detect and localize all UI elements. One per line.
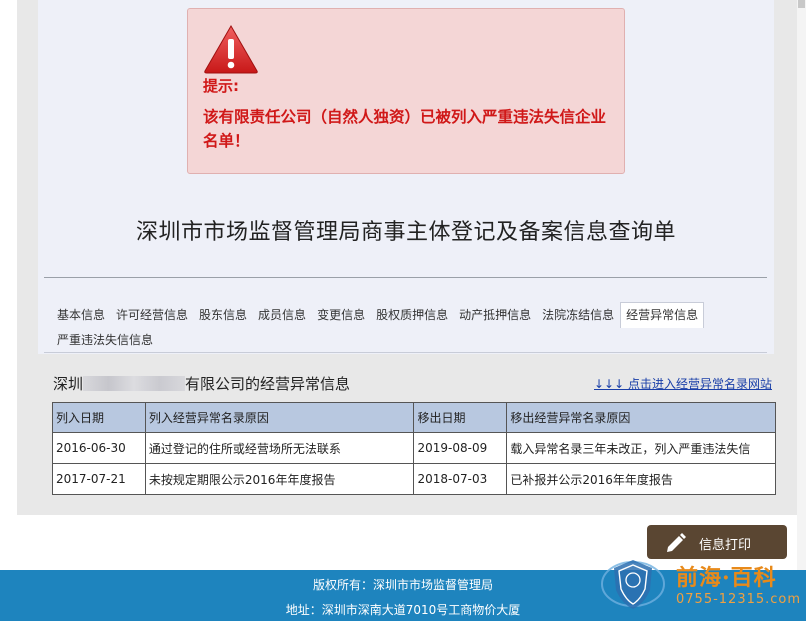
abnormal-operations-table: 列入日期 列入经营异常名录原因 移出日期 移出经营异常名录原因 2016-06-30 通… — [52, 402, 776, 495]
tab-8[interactable]: 经营异常信息 — [620, 302, 705, 328]
table-cell: 2016-06-30 — [52, 432, 146, 464]
column-header: 列入日期 — [52, 402, 146, 433]
divider — [44, 277, 767, 278]
column-header: 移出日期 — [413, 402, 508, 433]
watermark-phone: 0755-12315.com — [676, 592, 802, 607]
table-cell: 2019-08-09 — [413, 432, 508, 464]
scrollbar[interactable] — [797, 0, 806, 570]
table-row: 2017-07-21 未按规定期限公示2016年年度报告 2018-07-03 已补报… — [52, 463, 776, 495]
table-cell: 载入异常名录三年未改正，列入严重违法失信 — [506, 432, 776, 464]
shield-logo-icon — [601, 560, 665, 609]
table-cell: 通过登记的住所或经营场所无法联系 — [144, 432, 415, 464]
redacted-company-name — [83, 376, 186, 391]
tab-serious-violation[interactable]: 严重违法失信信息 — [52, 328, 158, 352]
tab-bar-row2: 严重违法失信信息 — [52, 328, 159, 352]
table-cell: 2017-07-21 — [52, 463, 146, 495]
tab-6[interactable]: 动产抵押信息 — [454, 303, 536, 327]
alert-title: 提示: — [203, 77, 239, 95]
page: 提示: 该有限责任公司（自然人独资）已被列入严重违法失信企业名单！ 深圳市市场监… — [0, 0, 806, 621]
table-row: 2016-06-30 通过登记的住所或经营场所无法联系 2019-08-09 载入异常… — [52, 432, 776, 464]
tab-3[interactable]: 成员信息 — [253, 303, 311, 327]
tab-4[interactable]: 变更信息 — [312, 303, 370, 327]
tab-2[interactable]: 股东信息 — [194, 303, 252, 327]
column-header: 移出经营异常名录原因 — [506, 402, 776, 433]
watermark: 前海·百科 0755-12315.com — [598, 552, 803, 614]
scrollbar-thumb[interactable] — [798, 0, 805, 8]
section-title: 深圳 有限公司的经营异常信息 — [53, 373, 350, 394]
column-header: 列入经营异常名录原因 — [144, 402, 415, 433]
page-title: 深圳市市场监督管理局商事主体登记及备案信息查询单 — [135, 220, 676, 245]
tab-7[interactable]: 法院冻结信息 — [537, 303, 619, 327]
company-name-prefix: 深圳 — [53, 375, 84, 393]
company-name-suffix: 有限公司的经营异常信息 — [185, 375, 351, 393]
tab-bar: 基本信息 许可经营信息 股东信息 成员信息 变更信息 股权质押信息 动产抵押信息 法院冻结信息… — [52, 302, 772, 328]
tab-1[interactable]: 许可经营信息 — [111, 303, 193, 327]
tab-divider — [44, 352, 767, 353]
abnormal-list-link[interactable]: ↓↓↓ 点击进入经营异常名录网站 — [594, 375, 772, 392]
warning-alert: 提示: 该有限责任公司（自然人独资）已被列入严重违法失信企业名单！ — [187, 8, 625, 174]
table-cell: 已补报并公示2016年年度报告 — [506, 463, 776, 495]
table-cell: 2018-07-03 — [413, 463, 508, 495]
tab-5[interactable]: 股权质押信息 — [371, 303, 453, 327]
alert-message: 该有限责任公司（自然人独资）已被列入严重违法失信企业名单！ — [203, 108, 607, 150]
watermark-text: 前海·百科 — [676, 565, 777, 591]
pencil-icon — [667, 533, 686, 552]
table-header-row: 列入日期 列入经营异常名录原因 移出日期 移出经营异常名录原因 — [52, 402, 776, 433]
table-cell: 未按规定期限公示2016年年度报告 — [144, 463, 415, 495]
print-button-label: 信息打印 — [699, 538, 752, 553]
warning-icon — [204, 25, 258, 74]
tab-0[interactable]: 基本信息 — [52, 303, 110, 327]
